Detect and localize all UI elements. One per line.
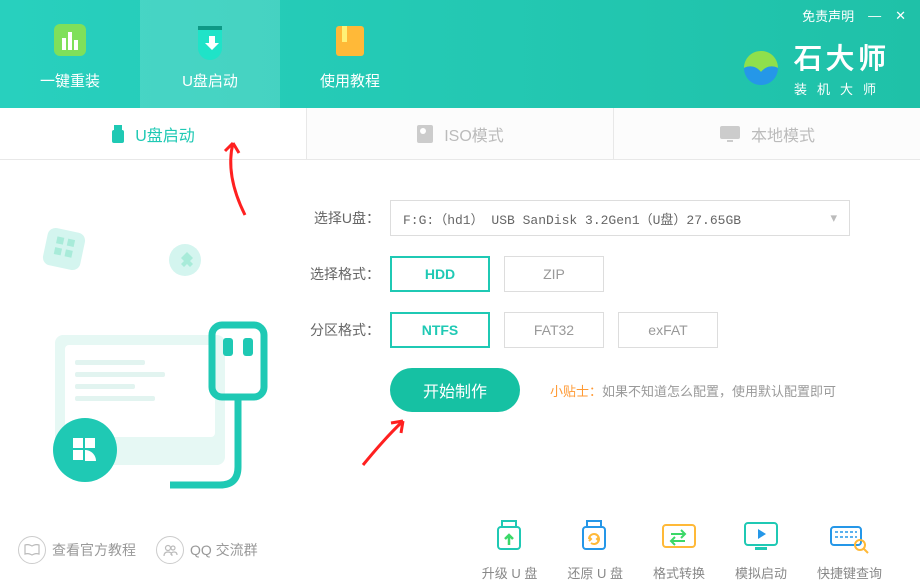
disk-select[interactable]: F:G:（hd1） USB SanDisk 3.2Gen1（U盘）27.65GB…: [390, 200, 850, 236]
shield-icon: [188, 18, 232, 62]
disclaimer-link[interactable]: 免责声明: [802, 6, 854, 25]
logo-icon: [740, 47, 782, 89]
monitor-icon: [719, 125, 741, 143]
iso-icon: [416, 124, 434, 144]
illustration: [0, 160, 300, 520]
tool-simulate[interactable]: 模拟启动: [735, 519, 787, 582]
subtab-local[interactable]: 本地模式: [613, 108, 920, 159]
tool-restore[interactable]: 还原 U 盘: [567, 519, 623, 582]
partition-ntfs[interactable]: NTFS: [390, 312, 490, 348]
partition-exfat[interactable]: exFAT: [618, 312, 718, 348]
start-button[interactable]: 开始制作: [390, 368, 520, 412]
people-icon: [156, 536, 184, 564]
partition-format-label: 分区格式：: [310, 320, 390, 340]
nav-tutorial[interactable]: 使用教程: [280, 0, 420, 108]
tool-shortcut[interactable]: 快捷键查询: [817, 519, 882, 582]
nav-reinstall[interactable]: 一键重装: [0, 0, 140, 108]
subtab-iso[interactable]: ISO模式: [306, 108, 613, 159]
select-format-label: 选择格式：: [310, 264, 390, 284]
subtabs: U盘启动 ISO模式 本地模式: [0, 108, 920, 160]
format-zip[interactable]: ZIP: [504, 256, 604, 292]
select-disk-label: 选择U盘：: [310, 208, 390, 228]
usb-icon: [111, 125, 125, 143]
bars-icon: [48, 18, 92, 62]
usb-up-icon: [488, 519, 532, 557]
qq-group-link[interactable]: QQ 交流群: [156, 536, 258, 564]
partition-fat32[interactable]: FAT32: [504, 312, 604, 348]
minimize-icon[interactable]: —: [868, 8, 881, 23]
tool-upgrade[interactable]: 升级 U 盘: [482, 519, 538, 582]
nav-label: 一键重装: [40, 70, 100, 91]
book-icon: [328, 18, 372, 62]
keyboard-search-icon: [827, 519, 871, 557]
book-open-icon: [18, 536, 46, 564]
footer: 查看官方教程 QQ 交流群 升级 U 盘 还原 U 盘 格式转换 模拟启动 快捷: [0, 520, 920, 580]
convert-icon: [657, 519, 701, 557]
brand-subtitle: 装机大师: [794, 79, 890, 98]
tool-convert[interactable]: 格式转换: [653, 519, 705, 582]
nav-label: 使用教程: [320, 70, 380, 91]
nav-label: U盘启动: [182, 70, 238, 91]
tip-text: 小贴士：如果不知道怎么配置，使用默认配置即可: [550, 381, 836, 400]
brand-logo: 石大师 装机大师: [740, 37, 920, 98]
close-icon[interactable]: ✕: [895, 8, 906, 24]
brand-title: 石大师: [794, 37, 890, 77]
header: 一键重装 U盘启动 使用教程 免责声明 — ✕ 石大师 装机大师: [0, 0, 920, 108]
format-hdd[interactable]: HDD: [390, 256, 490, 292]
play-screen-icon: [739, 519, 783, 557]
form-area: 选择U盘： F:G:（hd1） USB SanDisk 3.2Gen1（U盘）2…: [300, 160, 920, 520]
usb-refresh-icon: [573, 519, 617, 557]
nav-usb-boot[interactable]: U盘启动: [140, 0, 280, 108]
chevron-down-icon: ▾: [830, 211, 837, 226]
subtab-usb[interactable]: U盘启动: [0, 108, 306, 159]
tutorial-link[interactable]: 查看官方教程: [18, 536, 136, 564]
